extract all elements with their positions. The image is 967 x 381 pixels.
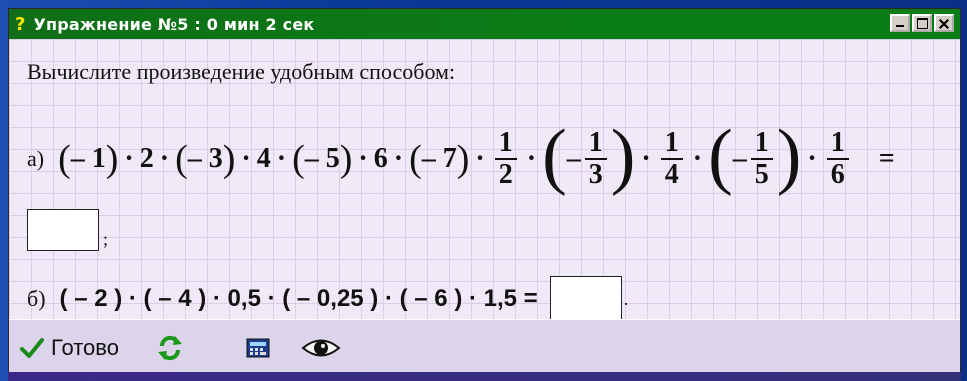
dot-operator: · bbox=[124, 143, 134, 174]
fraction-denominator: 3 bbox=[588, 159, 603, 190]
part-b-expression: ( – 2 ) · ( – 4 ) · 0,5 · ( – 0,25 ) · (… bbox=[59, 285, 538, 312]
close-button[interactable] bbox=[934, 14, 954, 32]
paren-open: ( bbox=[58, 138, 71, 180]
answer-b-terminator: . bbox=[623, 288, 629, 309]
dot-operator: · bbox=[241, 143, 251, 174]
fraction-sign: – bbox=[732, 143, 747, 174]
minimize-button[interactable] bbox=[890, 14, 910, 32]
paren-close: ) bbox=[222, 138, 236, 180]
paren-open: ( bbox=[175, 138, 188, 180]
factor-1: – 1 bbox=[70, 143, 106, 174]
maximize-button[interactable] bbox=[912, 14, 932, 32]
factor-7: – 7 bbox=[421, 143, 457, 174]
paren-open: ( bbox=[542, 115, 567, 197]
fraction-5: 1 6 bbox=[826, 127, 849, 190]
fraction-numerator: 1 bbox=[830, 127, 845, 158]
equals-sign: = bbox=[878, 143, 895, 174]
fraction-numerator: 1 bbox=[664, 127, 679, 158]
paren-open: ( bbox=[708, 115, 733, 197]
answer-b-input[interactable] bbox=[549, 276, 622, 322]
exercise-window: ? Упражнение №5 : 0 мин 2 сек Вычислите … bbox=[8, 8, 961, 375]
paren-close: ) bbox=[776, 115, 802, 197]
ready-button[interactable]: Готово bbox=[19, 335, 119, 361]
factor-5: – 5 bbox=[304, 143, 340, 174]
refresh-icon[interactable] bbox=[155, 333, 185, 363]
paren-close: ) bbox=[105, 138, 119, 180]
window-title: Упражнение №5 : 0 мин 2 сек bbox=[33, 14, 315, 34]
factor-3: – 3 bbox=[187, 143, 223, 174]
part-a-label: а) bbox=[27, 146, 45, 171]
part-b-label: б) bbox=[27, 286, 46, 311]
fraction-denominator: 4 bbox=[664, 159, 679, 190]
fraction-numerator: 1 bbox=[498, 127, 513, 158]
dot-operator: · bbox=[526, 143, 537, 174]
paren-close: ) bbox=[456, 138, 470, 180]
help-icon[interactable]: ? bbox=[15, 14, 25, 35]
exercise-content: Вычислите произведение удобным способом:… bbox=[9, 39, 960, 322]
factor-6: 6 bbox=[373, 143, 388, 174]
ready-label: Готово bbox=[51, 334, 119, 360]
checkmark-icon bbox=[20, 337, 44, 358]
fraction-denominator: 6 bbox=[830, 159, 845, 190]
task-instruction: Вычислите произведение удобным способом: bbox=[27, 59, 456, 84]
window-controls bbox=[890, 14, 954, 32]
fraction-4: 1 5 bbox=[750, 127, 773, 190]
dot-operator: · bbox=[159, 143, 170, 174]
dot-operator: · bbox=[475, 143, 485, 174]
fraction-denominator: 2 bbox=[498, 159, 513, 190]
paren-close: ) bbox=[339, 138, 353, 180]
dot-operator: · bbox=[276, 143, 287, 174]
dot-operator: · bbox=[358, 143, 368, 174]
window-bottom-strip bbox=[8, 372, 961, 381]
dot-operator: · bbox=[692, 143, 703, 174]
part-a-row: а) ( – 1 ) · 2 · ( – 3 ) · 4 · ( – 5 ) ·… bbox=[27, 109, 901, 209]
bottom-toolbar: Готово bbox=[9, 319, 960, 375]
calculator-icon[interactable] bbox=[245, 336, 271, 360]
paren-open: ( bbox=[292, 138, 305, 180]
fraction-3: 1 4 bbox=[660, 127, 683, 190]
answer-a-terminator: ; bbox=[103, 229, 109, 249]
part-b-row: б) ( – 2 ) · ( – 4 ) · 0,5 · ( – 0,25 ) … bbox=[27, 276, 629, 322]
fraction-numerator: 1 bbox=[588, 127, 603, 158]
paren-close: ) bbox=[610, 115, 636, 197]
answer-a-input[interactable] bbox=[27, 209, 99, 251]
fraction-1: 1 2 bbox=[494, 127, 517, 190]
fraction-2: 1 3 bbox=[584, 127, 607, 190]
fraction-sign: – bbox=[566, 143, 581, 174]
dot-operator: · bbox=[807, 143, 817, 174]
titlebar: ? Упражнение №5 : 0 мин 2 сек bbox=[9, 9, 960, 39]
dot-operator: · bbox=[393, 143, 404, 174]
fraction-numerator: 1 bbox=[754, 127, 769, 158]
dot-operator: · bbox=[641, 143, 651, 174]
eye-icon[interactable] bbox=[301, 335, 341, 361]
fraction-denominator: 5 bbox=[754, 159, 769, 190]
paren-open: ( bbox=[409, 138, 422, 180]
factor-2: 2 bbox=[139, 143, 154, 174]
factor-4: 4 bbox=[256, 143, 271, 174]
